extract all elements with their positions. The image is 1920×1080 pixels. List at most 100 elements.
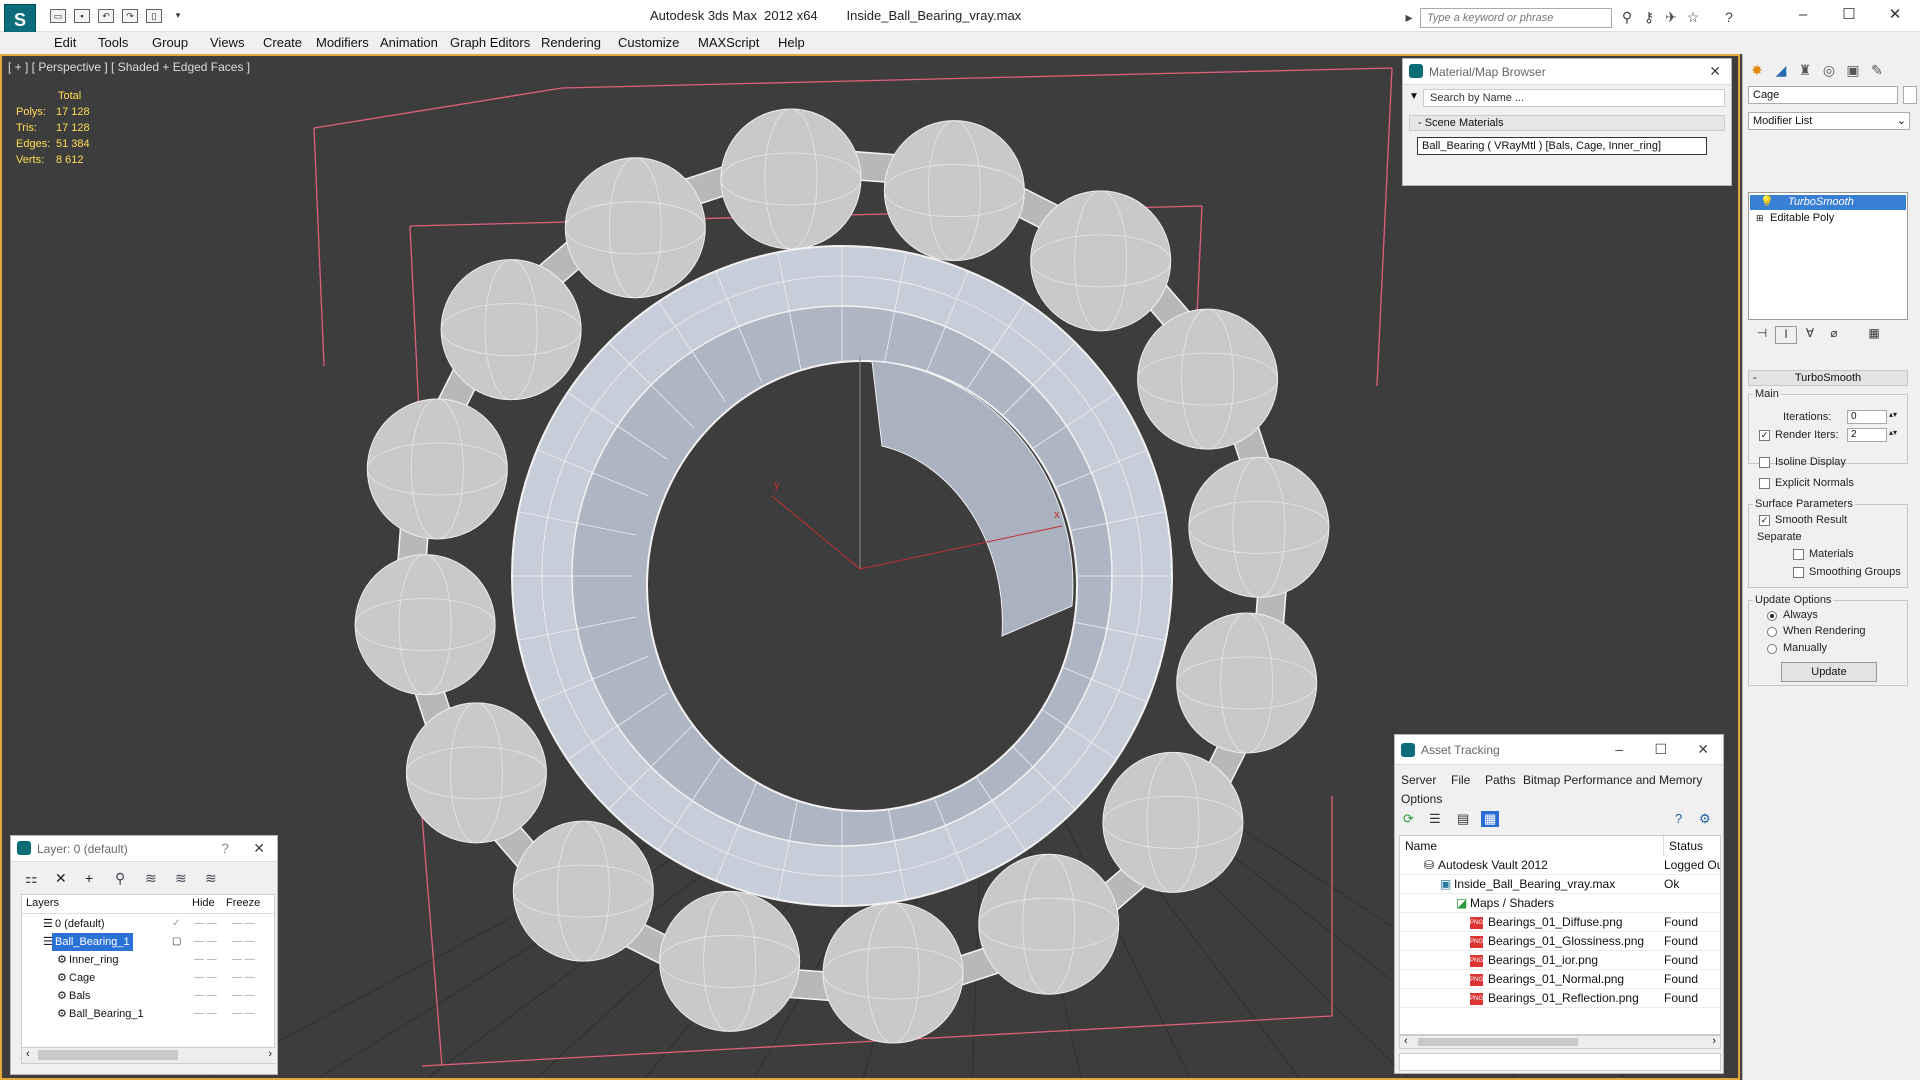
add-to-layer-icon[interactable]: + [85, 870, 93, 886]
asset-path-field[interactable] [1399, 1053, 1721, 1071]
motion-tab-icon[interactable]: ◎ [1819, 62, 1839, 80]
asset-row[interactable]: ◪ Maps / Shaders [1400, 894, 1720, 913]
layer-row[interactable]: ⚙ Ball_Bearing_1 — — — — [22, 1005, 276, 1023]
layer-row[interactable]: ☰ Ball_Bearing_1 ▢ — — — — [22, 933, 276, 951]
material-search-input[interactable]: Search by Name ... [1423, 89, 1725, 107]
menu-modifiers[interactable]: Modifiers [316, 35, 369, 50]
maximize-button[interactable]: ☐ [1826, 4, 1872, 28]
asset-row[interactable]: PNG Bearings_01_Glossiness.png Found [1400, 932, 1720, 951]
iterations-spinner[interactable]: 0 [1847, 410, 1887, 424]
material-browser-titlebar[interactable]: Material/Map Browser ✕ [1403, 59, 1731, 85]
spinner-arrows-icon[interactable]: ▴▾ [1889, 410, 1897, 419]
create-layer-icon[interactable]: ⚏ [25, 870, 38, 887]
freeze-column-header[interactable]: Freeze [226, 897, 260, 909]
scroll-left-icon[interactable]: ‹ [26, 1048, 30, 1060]
help-icon[interactable]: ? [1720, 9, 1738, 25]
close-button[interactable]: ✕ [1872, 4, 1918, 28]
layer-panel-titlebar[interactable]: Layer: 0 (default) ? ✕ [11, 836, 277, 862]
utilities-tab-icon[interactable]: ✎ [1867, 62, 1887, 80]
freeze-toggle[interactable]: — — [232, 951, 255, 969]
menu-group[interactable]: Group [152, 35, 188, 50]
asset-row[interactable]: ▣ Inside_Ball_Bearing_vray.max Ok [1400, 875, 1720, 894]
communication-icon[interactable]: ✈ [1662, 9, 1680, 26]
materials-checkbox[interactable] [1793, 549, 1804, 560]
turbosmooth-rollout[interactable]: - TurboSmooth [1748, 370, 1908, 386]
hide-toggle[interactable]: — — [194, 987, 217, 1005]
horizontal-scrollbar[interactable]: ‹ › [22, 1047, 276, 1063]
minimize-button[interactable]: – [1780, 4, 1826, 28]
hide-column-header[interactable]: Hide [192, 897, 215, 909]
remove-modifier-icon[interactable]: ⌀ [1823, 326, 1845, 344]
smooth-result-checkbox[interactable]: ✓ [1759, 515, 1770, 526]
thumbnail-view-icon[interactable]: ▤ [1457, 811, 1469, 827]
spinner-arrows-icon[interactable]: ▴▾ [1889, 428, 1897, 437]
asset-row[interactable]: PNG Bearings_01_Reflection.png Found [1400, 989, 1720, 1008]
freeze-toggle[interactable]: — — [232, 969, 255, 987]
quick-access-dropdown-icon[interactable]: ▾ [170, 9, 186, 23]
asset-row[interactable]: PNG Bearings_01_Diffuse.png Found [1400, 913, 1720, 932]
menu-help[interactable]: Help [778, 35, 805, 50]
hierarchy-tab-icon[interactable]: ♜ [1795, 62, 1815, 80]
stack-item-editable-poly[interactable]: ⊞ Editable Poly [1750, 211, 1906, 226]
stack-item-turbosmooth[interactable]: 💡 TurboSmooth [1750, 195, 1906, 210]
undo-icon[interactable]: ↶ [98, 9, 114, 23]
scroll-right-icon[interactable]: › [268, 1048, 272, 1060]
search-arrow-icon[interactable]: ▸ [1400, 9, 1418, 26]
manually-radio[interactable] [1767, 644, 1777, 654]
display-tab-icon[interactable]: ▣ [1843, 62, 1863, 80]
layers-column-header[interactable]: Layers [26, 897, 59, 909]
menu-graph-editors[interactable]: Graph Editors [450, 35, 530, 50]
refresh-icon[interactable]: ⟳ [1403, 811, 1414, 827]
menu-server[interactable]: Server [1401, 773, 1436, 787]
render-iters-checkbox[interactable]: ✓ [1759, 430, 1770, 441]
create-tab-icon[interactable]: ✸ [1747, 62, 1767, 80]
table-view-icon[interactable]: ▦ [1481, 811, 1500, 827]
hide-toggle[interactable]: — — [194, 969, 217, 987]
horizontal-scrollbar[interactable]: ‹ › [1399, 1035, 1721, 1049]
menu-bitmap-performance[interactable]: Bitmap Performance and Memory [1523, 773, 1702, 787]
select-objects-icon[interactable]: ⚲ [115, 870, 125, 887]
asset-row[interactable]: ⛁ Autodesk Vault 2012 Logged Ou [1400, 856, 1720, 875]
close-icon[interactable]: ✕ [1697, 741, 1709, 758]
menu-rendering[interactable]: Rendering [541, 35, 601, 50]
menu-create[interactable]: Create [263, 35, 302, 50]
make-unique-icon[interactable]: ∀ [1799, 326, 1821, 344]
subscription-icon[interactable]: ⚷ [1640, 9, 1658, 26]
freeze-toggle[interactable]: — — [232, 987, 255, 1005]
scrollbar-thumb[interactable] [1418, 1038, 1578, 1046]
layer-row[interactable]: ⚙ Cage — — — — [22, 969, 276, 987]
status-column-header[interactable]: Status [1664, 836, 1720, 856]
menu-file[interactable]: File [1451, 773, 1470, 787]
lightbulb-icon[interactable]: 💡 [1760, 195, 1774, 210]
scroll-left-icon[interactable]: ‹ [1404, 1035, 1408, 1047]
show-end-result-icon[interactable]: I [1775, 326, 1797, 344]
name-column-header[interactable]: Name [1400, 836, 1664, 856]
update-button[interactable]: Update [1781, 662, 1877, 682]
close-icon[interactable]: ✕ [1709, 63, 1721, 80]
scene-materials-group[interactable]: - Scene Materials [1409, 115, 1725, 131]
menu-paths[interactable]: Paths [1485, 773, 1516, 787]
help-icon[interactable]: ? [1675, 811, 1682, 826]
close-icon[interactable]: ✕ [253, 840, 265, 857]
asset-row[interactable]: PNG Bearings_01_ior.png Found [1400, 951, 1720, 970]
open-file-icon[interactable]: ▭ [50, 9, 66, 23]
settings-icon[interactable]: ⚙ [1699, 811, 1711, 827]
redo-icon[interactable]: ↷ [122, 9, 138, 23]
search-input[interactable]: Type a keyword or phrase [1420, 8, 1612, 28]
hide-toggle[interactable]: — — [194, 915, 217, 933]
project-folder-icon[interactable]: ▯ [146, 9, 162, 23]
freeze-toggle[interactable]: — — [232, 1005, 255, 1023]
save-icon[interactable]: ▪ [74, 9, 90, 23]
hide-all-icon[interactable]: ≋ [175, 870, 187, 887]
render-iters-spinner[interactable]: 2 [1847, 428, 1887, 442]
layer-row[interactable]: ⚙ Bals — — — — [22, 987, 276, 1005]
search-options-icon[interactable]: ▼ [1409, 91, 1419, 102]
viewport-label[interactable]: [ + ] [ Perspective ] [ Shaded + Edged F… [8, 60, 250, 74]
menu-options[interactable]: Options [1401, 792, 1442, 806]
menu-views[interactable]: Views [210, 35, 244, 50]
expand-icon[interactable]: ⊞ [1756, 211, 1764, 226]
maximize-icon[interactable]: ☐ [1654, 741, 1667, 758]
smoothing-groups-checkbox[interactable] [1793, 567, 1804, 578]
object-name-field[interactable]: Cage [1748, 86, 1898, 104]
help-icon[interactable]: ? [221, 840, 229, 856]
